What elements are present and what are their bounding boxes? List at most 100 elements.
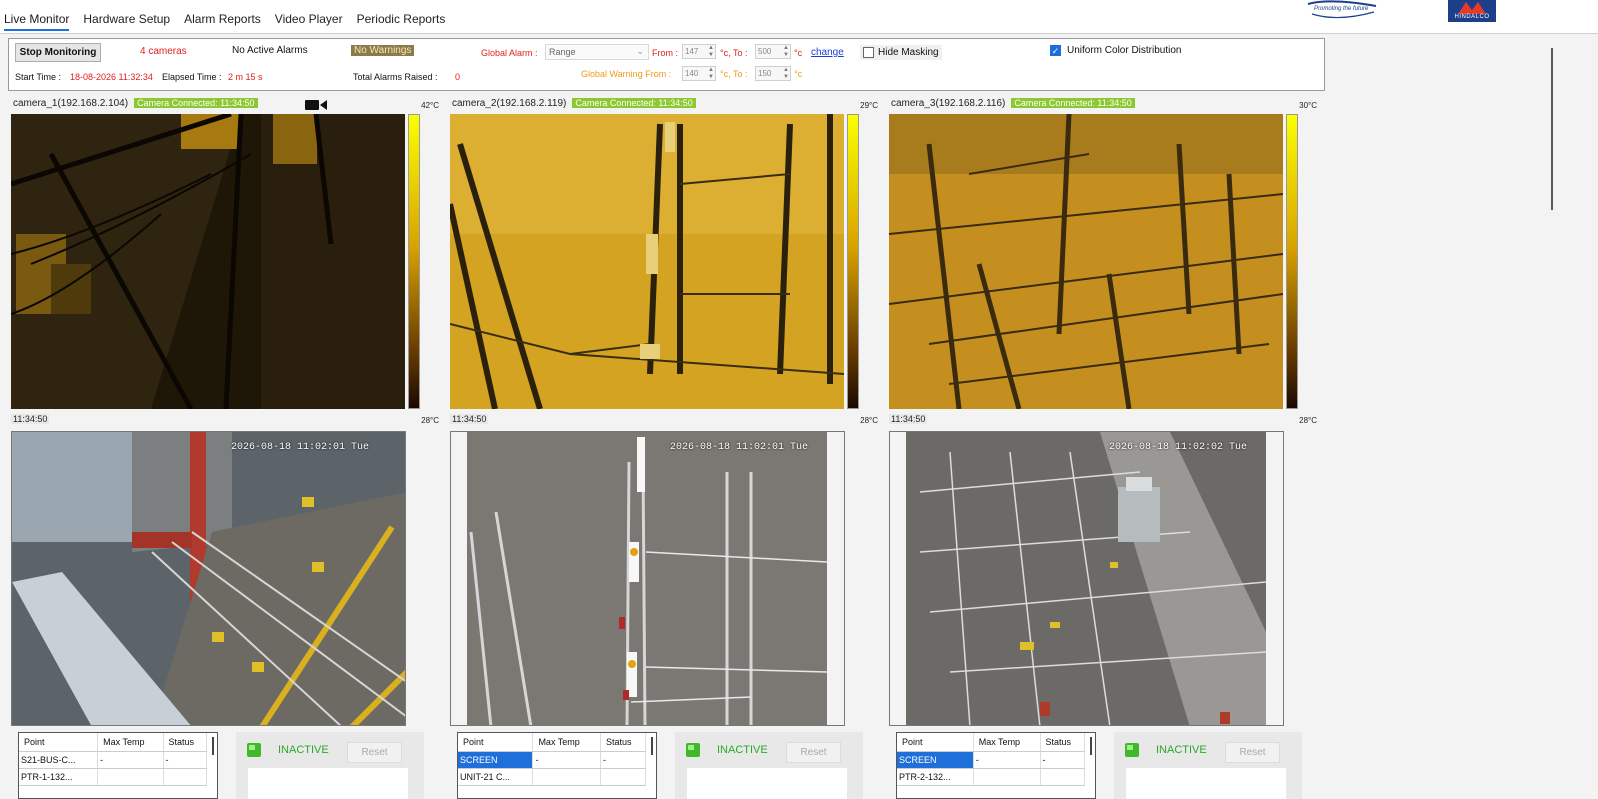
cell-status (1040, 768, 1086, 786)
frame-timestamp: 11:34:50 (889, 414, 928, 424)
alarm-unit: °c (794, 48, 803, 58)
page-scrollbar[interactable] (1551, 48, 1553, 210)
column-header-max-temp[interactable]: Max Temp (532, 733, 602, 752)
column-header-point[interactable]: Point (897, 733, 974, 752)
warning-from-value: 140 (685, 69, 699, 78)
reset-button[interactable]: Reset (1225, 742, 1280, 763)
table-row-selected[interactable]: SCREEN - - (897, 751, 1086, 769)
camera-panel-3: camera_3(192.168.2.116) Camera Connected:… (885, 95, 1317, 799)
table-row[interactable]: PTR-1-132... (19, 768, 207, 786)
camera-connected-badge: Camera Connected: 11:34:50 (572, 98, 696, 108)
tab-live-monitor[interactable]: Live Monitor (4, 12, 70, 31)
camera-osd-timestamp: 2026-08-18 11:02:02 Tue (1108, 442, 1247, 453)
warning-to-stepper[interactable]: 150 ▲ ▼ (755, 66, 791, 81)
table-row[interactable]: PTR-2-132... (897, 768, 1086, 786)
hide-masking-checkbox[interactable] (863, 47, 874, 58)
camera-header: camera_3(192.168.2.116) Camera Connected:… (891, 98, 1135, 109)
column-header-status[interactable]: Status (163, 733, 207, 752)
alarm-status-panel: INACTIVE Reset (675, 732, 863, 799)
column-header-point[interactable]: Point (19, 733, 99, 752)
cell-max-temp (97, 768, 164, 786)
global-warning-label: Global Warning From : (581, 69, 672, 79)
total-alarms-value: 0 (455, 72, 461, 82)
tab-alarm-reports[interactable]: Alarm Reports (184, 12, 261, 31)
alarm-status-panel: INACTIVE Reset (1114, 732, 1302, 799)
camera-panel-1: camera_1(192.168.2.104) Camera Connected:… (7, 95, 439, 799)
status-light-icon (1125, 743, 1139, 757)
cell-status: - (600, 751, 646, 769)
cell-max-temp (973, 768, 1041, 786)
start-time-value: 18-08-2026 11:32:34 (70, 72, 153, 82)
elapsed-time-label: Elapsed Time : (162, 72, 222, 82)
tab-video-player[interactable]: Video Player (275, 12, 343, 31)
global-alarm-label: Global Alarm : (481, 48, 538, 58)
table-row-selected[interactable]: SCREEN - - (458, 751, 646, 769)
status-light-icon (686, 743, 700, 757)
table-scrollbar[interactable] (212, 737, 214, 755)
column-header-point[interactable]: Point (458, 733, 534, 752)
max-temp-label: 30°C (1299, 101, 1317, 110)
frame-timestamp: 11:34:50 (450, 414, 489, 424)
warning-to-value: 150 (758, 69, 772, 78)
warning-from-stepper[interactable]: 140 ▲ ▼ (682, 66, 716, 81)
video-camera-icon[interactable] (305, 99, 327, 111)
points-table[interactable]: Point Max Temp Status SCREEN - - PTR-2-132..… (896, 732, 1096, 799)
column-header-max-temp[interactable]: Max Temp (973, 733, 1041, 752)
hindalco-logo-text: HINDALCO (1454, 14, 1490, 20)
alarm-from-value: 147 (685, 47, 699, 56)
camera-name: camera_3(192.168.2.116) (891, 98, 1006, 109)
cell-point: PTR-2-132... (897, 768, 974, 786)
cell-status: - (163, 751, 207, 769)
logo-tagline: Promoting the future (1314, 6, 1369, 12)
min-temp-label: 28°C (860, 416, 878, 425)
camera-header: camera_2(192.168.2.119) Camera Connected:… (452, 98, 696, 109)
alarm-state-label: INACTIVE (1156, 744, 1207, 756)
max-temp-label: 42°C (421, 101, 439, 110)
camera-header: camera_1(192.168.2.104) Camera Connected:… (13, 98, 258, 109)
thermal-feed[interactable] (450, 114, 844, 409)
cell-status: - (1040, 751, 1086, 769)
table-scrollbar[interactable] (1090, 737, 1092, 755)
alarm-status-panel: INACTIVE Reset (236, 732, 424, 799)
stepper-arrows-icon: ▲ ▼ (708, 67, 714, 80)
change-link[interactable]: change (811, 47, 844, 58)
reset-button[interactable]: Reset (347, 742, 402, 763)
hide-masking-label: Hide Masking (878, 47, 939, 58)
table-scrollbar[interactable] (651, 737, 653, 755)
stop-monitoring-button[interactable]: Stop Monitoring (15, 43, 101, 62)
frame-timestamp: 11:34:50 (11, 414, 50, 424)
hide-masking-toggle[interactable]: Hide Masking (860, 45, 942, 60)
cell-point: S21-BUS-C... (19, 751, 99, 769)
alarm-state-label: INACTIVE (717, 744, 768, 756)
visual-feed[interactable]: 2026-08-18 11:02:02 Tue (889, 431, 1284, 726)
visual-feed[interactable]: 2026-08-18 11:02:01 Tue (11, 431, 406, 726)
chevron-down-icon: ⌄ (636, 46, 644, 56)
alarm-detail-box (248, 768, 408, 799)
alarm-to-stepper[interactable]: 500 ▲ ▼ (755, 44, 791, 59)
alarm-from-label: From : (652, 48, 678, 58)
tab-hardware-setup[interactable]: Hardware Setup (83, 12, 170, 31)
cell-point: SCREEN (458, 751, 534, 769)
reset-button[interactable]: Reset (786, 742, 841, 763)
points-table[interactable]: Point Max Temp Status S21-BUS-C... - - PTR-1… (18, 732, 218, 799)
alarm-status: No Active Alarms (232, 45, 308, 56)
points-table[interactable]: Point Max Temp Status SCREEN - - UNIT-21 C..… (457, 732, 657, 799)
thermal-feed[interactable] (889, 114, 1283, 409)
column-header-status[interactable]: Status (600, 733, 646, 752)
uniform-color-checkbox[interactable]: ✓ (1050, 45, 1061, 56)
stepper-arrows-icon: ▲ ▼ (708, 45, 714, 58)
table-row[interactable]: UNIT-21 C... (458, 768, 646, 786)
visual-feed[interactable]: 2026-08-18 11:02:01 Tue (450, 431, 845, 726)
thermal-feed[interactable] (11, 114, 405, 409)
cell-max-temp: - (973, 751, 1041, 769)
tab-periodic-reports[interactable]: Periodic Reports (357, 12, 446, 31)
global-alarm-mode-select[interactable]: Range ⌄ (545, 44, 649, 60)
alarm-from-stepper[interactable]: 147 ▲ ▼ (682, 44, 716, 59)
column-header-status[interactable]: Status (1040, 733, 1086, 752)
warning-to-label: °c, To : (720, 69, 748, 79)
alarm-to-value: 500 (758, 47, 772, 56)
column-header-max-temp[interactable]: Max Temp (97, 733, 164, 752)
table-row[interactable]: S21-BUS-C... - - (19, 751, 207, 769)
cell-point: SCREEN (897, 751, 974, 769)
main-tabs: Live Monitor Hardware Setup Alarm Report… (4, 12, 445, 31)
